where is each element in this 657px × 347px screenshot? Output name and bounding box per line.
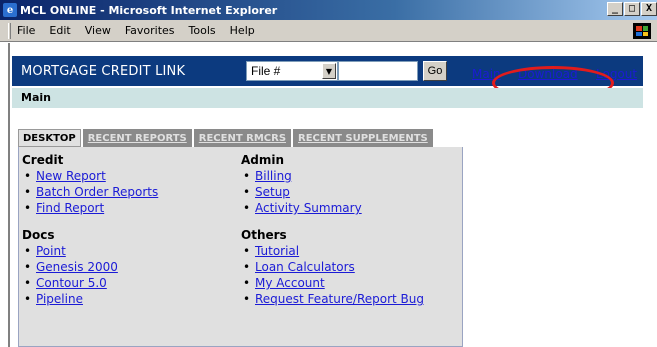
minimize-button[interactable]: _ <box>607 2 623 16</box>
go-button[interactable]: Go <box>423 61 447 81</box>
admin-list: Billing Setup Activity Summary <box>241 168 424 216</box>
list-item: Loan Calculators <box>241 259 424 275</box>
select-value: File # <box>251 64 281 78</box>
tab-bar: DESKTOP RECENT REPORTS RECENT RMCRS RECE… <box>18 129 435 147</box>
new-report-link[interactable]: New Report <box>36 169 106 183</box>
menu-help[interactable]: Help <box>230 24 255 37</box>
menu-edit[interactable]: Edit <box>49 24 70 37</box>
tab-recent-reports[interactable]: RECENT REPORTS <box>82 129 192 147</box>
setup-link[interactable]: Setup <box>255 185 290 199</box>
list-item: My Account <box>241 275 424 291</box>
toolbar-grip[interactable] <box>8 22 11 39</box>
menu-tools[interactable]: Tools <box>189 24 216 37</box>
list-item: Pipeline <box>22 291 158 307</box>
loan-calculators-link[interactable]: Loan Calculators <box>255 260 355 274</box>
list-item: Point <box>22 243 158 259</box>
genesis-2000-link[interactable]: Genesis 2000 <box>36 260 118 274</box>
contour-link[interactable]: Contour 5.0 <box>36 276 107 290</box>
brand-title: MORTGAGE CREDIT LINK <box>21 63 186 79</box>
breadcrumb: Main <box>12 88 643 108</box>
menu-file[interactable]: File <box>17 24 35 37</box>
list-item: Request Feature/Report Bug <box>241 291 424 307</box>
others-list: Tutorial Loan Calculators My Account Req… <box>241 243 424 307</box>
activity-summary-link[interactable]: Activity Summary <box>255 201 362 215</box>
list-item: Billing <box>241 168 424 184</box>
my-account-link[interactable]: My Account <box>255 276 325 290</box>
list-item: New Report <box>22 168 158 184</box>
request-feature-link[interactable]: Request Feature/Report Bug <box>255 292 424 306</box>
section-title-admin: Admin <box>241 153 285 167</box>
desktop-panel: Credit New Report Batch Order Reports Fi… <box>18 147 463 347</box>
close-button[interactable]: X <box>641 2 657 16</box>
menu-favorites[interactable]: Favorites <box>125 24 175 37</box>
tutorial-link[interactable]: Tutorial <box>255 244 299 258</box>
site-header: MORTGAGE CREDIT LINK File # ▼ Go Main Do… <box>12 56 643 100</box>
list-item: Setup <box>241 184 424 200</box>
docs-list: Point Genesis 2000 Contour 5.0 Pipeline <box>22 243 158 307</box>
search-type-select[interactable]: File # ▼ <box>246 61 338 81</box>
maximize-button[interactable]: □ <box>624 2 640 16</box>
pipeline-link[interactable]: Pipeline <box>36 292 83 306</box>
tab-recent-supplements[interactable]: RECENT SUPPLEMENTS <box>293 129 433 147</box>
search-input[interactable] <box>338 61 418 81</box>
point-link[interactable]: Point <box>36 244 66 258</box>
right-column: Admin Billing Setup Activity Summary Oth… <box>241 153 424 319</box>
list-item: Find Report <box>22 200 158 216</box>
left-column: Credit New Report Batch Order Reports Fi… <box>22 153 158 319</box>
page-content: MORTGAGE CREDIT LINK File # ▼ Go Main Do… <box>8 43 657 347</box>
list-item: Batch Order Reports <box>22 184 158 200</box>
tab-desktop[interactable]: DESKTOP <box>18 129 81 147</box>
menu-bar: File Edit View Favorites Tools Help <box>0 20 657 42</box>
find-report-link[interactable]: Find Report <box>36 201 104 215</box>
list-item: Tutorial <box>241 243 424 259</box>
list-item: Genesis 2000 <box>22 259 158 275</box>
credit-list: New Report Batch Order Reports Find Repo… <box>22 168 158 216</box>
section-title-docs: Docs <box>22 228 55 242</box>
list-item: Contour 5.0 <box>22 275 158 291</box>
windows-logo-icon <box>633 23 651 39</box>
chevron-down-icon[interactable]: ▼ <box>322 63 336 79</box>
menu-view[interactable]: View <box>85 24 111 37</box>
batch-order-reports-link[interactable]: Batch Order Reports <box>36 185 158 199</box>
billing-link[interactable]: Billing <box>255 169 292 183</box>
window-titlebar: e MCL ONLINE - Microsoft Internet Explor… <box>0 0 657 20</box>
list-item: Activity Summary <box>241 200 424 216</box>
window-title: MCL ONLINE - Microsoft Internet Explorer <box>20 3 278 17</box>
section-title-credit: Credit <box>22 153 64 167</box>
section-title-others: Others <box>241 228 287 242</box>
window-controls: _ □ X <box>607 2 657 16</box>
tab-recent-rmcrs[interactable]: RECENT RMCRS <box>193 129 292 147</box>
ie-logo-icon: e <box>3 3 17 17</box>
